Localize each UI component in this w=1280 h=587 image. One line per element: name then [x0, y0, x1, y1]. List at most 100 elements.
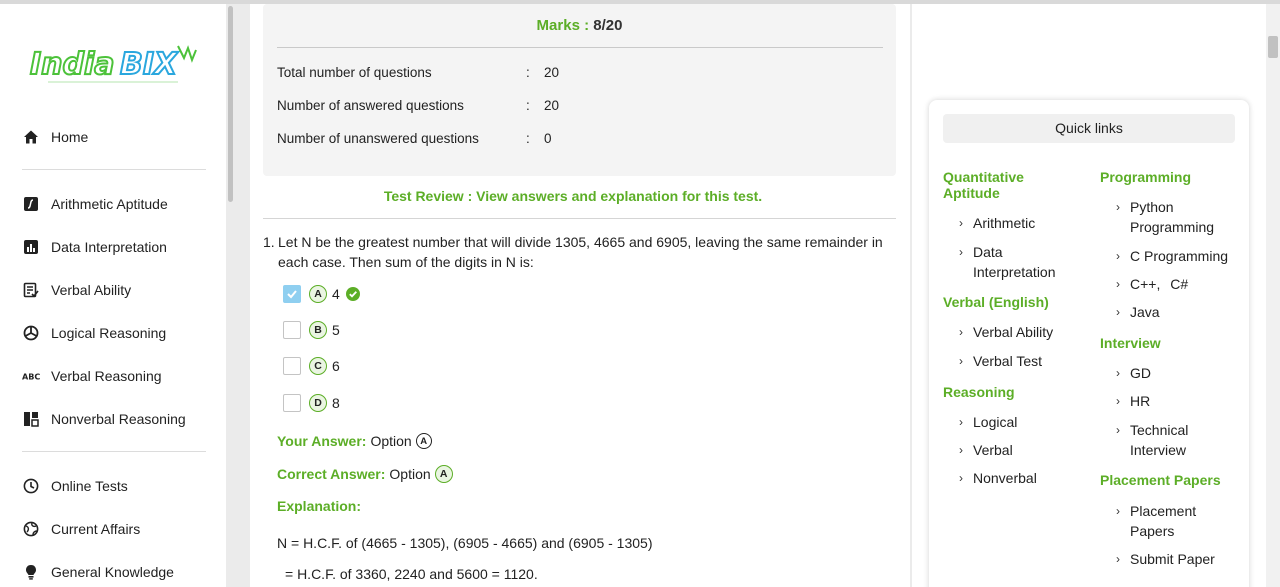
option-a-checkbox[interactable]: [283, 285, 301, 303]
option-d-checkbox[interactable]: [283, 394, 301, 412]
nav-current-affairs[interactable]: Current Affairs: [22, 517, 140, 541]
ql-link-gd[interactable]: › GD: [1116, 363, 1240, 383]
sidebar-scrollbar-thumb[interactable]: [228, 6, 233, 202]
abc-icon: ABC: [22, 367, 40, 385]
ql-link-label: Python Programming: [1130, 199, 1215, 235]
option-c-checkbox[interactable]: [283, 357, 301, 375]
chevron-right-icon: ›: [1116, 200, 1120, 214]
svg-text:India: India: [30, 47, 115, 82]
ql-link-verbal[interactable]: › Verbal: [959, 440, 1083, 460]
ql-link-placement-papers[interactable]: › Placement Papers: [1116, 501, 1210, 541]
nav-label: Verbal Ability: [51, 282, 132, 298]
verbal-ability-icon: [22, 281, 40, 299]
nav-verbal-ability[interactable]: Verbal Ability: [22, 278, 131, 302]
home-icon: [22, 128, 40, 146]
chevron-right-icon: ›: [1116, 423, 1120, 437]
nav-nonverbal-reasoning[interactable]: Nonverbal Reasoning: [22, 407, 186, 431]
ql-category-quantitative-aptitude[interactable]: Quantitative Aptitude: [943, 169, 1073, 201]
ql-category-verbal-english[interactable]: Verbal (English): [943, 294, 1049, 310]
correct-answer-label: Correct Answer:: [277, 466, 386, 482]
marks-heading: Marks : 8/20: [263, 17, 896, 34]
ql-category-reasoning[interactable]: Reasoning: [943, 384, 1015, 400]
ql-link-python-programming[interactable]: › Python Programming: [1116, 197, 1230, 237]
nav-arithmetic-aptitude[interactable]: Arithmetic Aptitude: [22, 192, 168, 216]
option-b-letter: B: [309, 321, 327, 339]
ql-category-placement-papers[interactable]: Placement Papers: [1100, 472, 1221, 488]
stat-sep: :: [526, 131, 530, 146]
nav-data-interpretation[interactable]: Data Interpretation: [22, 235, 167, 259]
chevron-right-icon: ›: [959, 354, 963, 368]
stat-value: 20: [544, 65, 560, 80]
ql-link-submit-paper[interactable]: › Submit Paper: [1116, 549, 1240, 569]
explanation-line: = H.C.F. of 3360, 2240 and 5600 = 1120.: [285, 566, 538, 582]
quick-links-card: Quick links Quantitative Aptitude › Arit…: [929, 100, 1249, 587]
option-c-value: 6: [332, 358, 340, 374]
ql-link-technical-interview[interactable]: › Technical Interview: [1116, 420, 1210, 460]
ql-link-label: C++, C#: [1130, 276, 1189, 292]
ql-link-data-interpretation[interactable]: › Data Interpretation: [959, 242, 1083, 282]
nav-home-label: Home: [51, 129, 89, 145]
ql-link-label: GD: [1130, 365, 1151, 381]
ql-category-programming[interactable]: Programming: [1100, 169, 1191, 185]
chevron-right-icon: ›: [959, 325, 963, 339]
chevron-right-icon: ›: [1116, 305, 1120, 319]
stat-value: 0: [544, 131, 552, 146]
review-divider: [263, 218, 896, 219]
bulb-icon: [22, 563, 40, 581]
stat-answered-questions: Number of answered questions : 20: [277, 98, 559, 113]
ql-link-logical[interactable]: › Logical: [959, 412, 1083, 432]
nav-verbal-reasoning[interactable]: ABC Verbal Reasoning: [22, 364, 162, 388]
clock-icon: [22, 477, 40, 495]
option-c[interactable]: C 6: [283, 356, 340, 376]
correct-check-icon: [345, 287, 360, 301]
ql-link-verbal-test[interactable]: › Verbal Test: [959, 351, 1083, 371]
page-scrollbar[interactable]: [1266, 4, 1280, 587]
ql-link-label: Java: [1130, 304, 1160, 320]
option-d[interactable]: D 8: [283, 393, 340, 413]
ql-link-label: Logical: [973, 414, 1018, 430]
nav-online-tests[interactable]: Online Tests: [22, 474, 128, 498]
ql-link-c-programming[interactable]: › C Programming: [1116, 246, 1240, 266]
chevron-right-icon: ›: [1116, 366, 1120, 380]
ql-link-arithmetic[interactable]: › Arithmetic: [959, 213, 1083, 233]
option-a[interactable]: A 4: [283, 284, 360, 304]
checkmark-icon: [287, 290, 297, 299]
ql-link-nonverbal[interactable]: › Nonverbal: [959, 468, 1083, 488]
option-b[interactable]: B 5: [283, 320, 340, 340]
chevron-right-icon: ›: [959, 415, 963, 429]
explanation-label: Explanation:: [277, 498, 362, 514]
ql-link-cpp-csharp[interactable]: › C++, C#: [1116, 274, 1240, 294]
chevron-right-icon: ›: [1116, 394, 1120, 408]
ql-link-java[interactable]: › Java: [1116, 302, 1240, 322]
ql-link-label: Verbal: [973, 442, 1013, 458]
nav-general-knowledge[interactable]: General Knowledge: [22, 560, 174, 584]
stat-unanswered-questions: Number of unanswered questions : 0: [277, 131, 552, 146]
nav-label: Online Tests: [51, 478, 128, 494]
chevron-right-icon: ›: [1116, 249, 1120, 263]
page-scrollbar-thumb[interactable]: [1268, 36, 1278, 58]
option-b-checkbox[interactable]: [283, 321, 301, 339]
svg-text:BIX: BIX: [120, 47, 179, 82]
ql-category-interview[interactable]: Interview: [1100, 335, 1161, 351]
ql-link-verbal-ability[interactable]: › Verbal Ability: [959, 322, 1083, 342]
option-a-letter: A: [309, 285, 327, 303]
stat-sep: :: [526, 98, 530, 113]
test-review-link[interactable]: Test Review : View answers and explanati…: [263, 188, 883, 204]
nav-logical-reasoning[interactable]: Logical Reasoning: [22, 321, 166, 345]
chevron-right-icon: ›: [1116, 277, 1120, 291]
option-d-letter: D: [309, 394, 327, 412]
option-a-value: 4: [332, 286, 340, 302]
sidebar: India BIX Home Arithmetic Aptitude Data …: [0, 4, 226, 587]
option-b-value: 5: [332, 322, 340, 338]
svg-text:ABC: ABC: [22, 372, 40, 382]
ql-link-hr[interactable]: › HR: [1116, 391, 1240, 411]
nonverbal-icon: [22, 410, 40, 428]
ql-link-label: Technical Interview: [1130, 422, 1189, 458]
ql-link-label: Arithmetic: [973, 215, 1036, 231]
indiabix-logo[interactable]: India BIX: [28, 40, 198, 90]
chevron-right-icon: ›: [959, 443, 963, 457]
nav-home[interactable]: Home: [22, 125, 88, 149]
stat-label: Number of answered questions: [277, 98, 464, 113]
nav-label: Data Interpretation: [51, 239, 167, 255]
your-answer: Your Answer: Option A: [277, 433, 432, 449]
